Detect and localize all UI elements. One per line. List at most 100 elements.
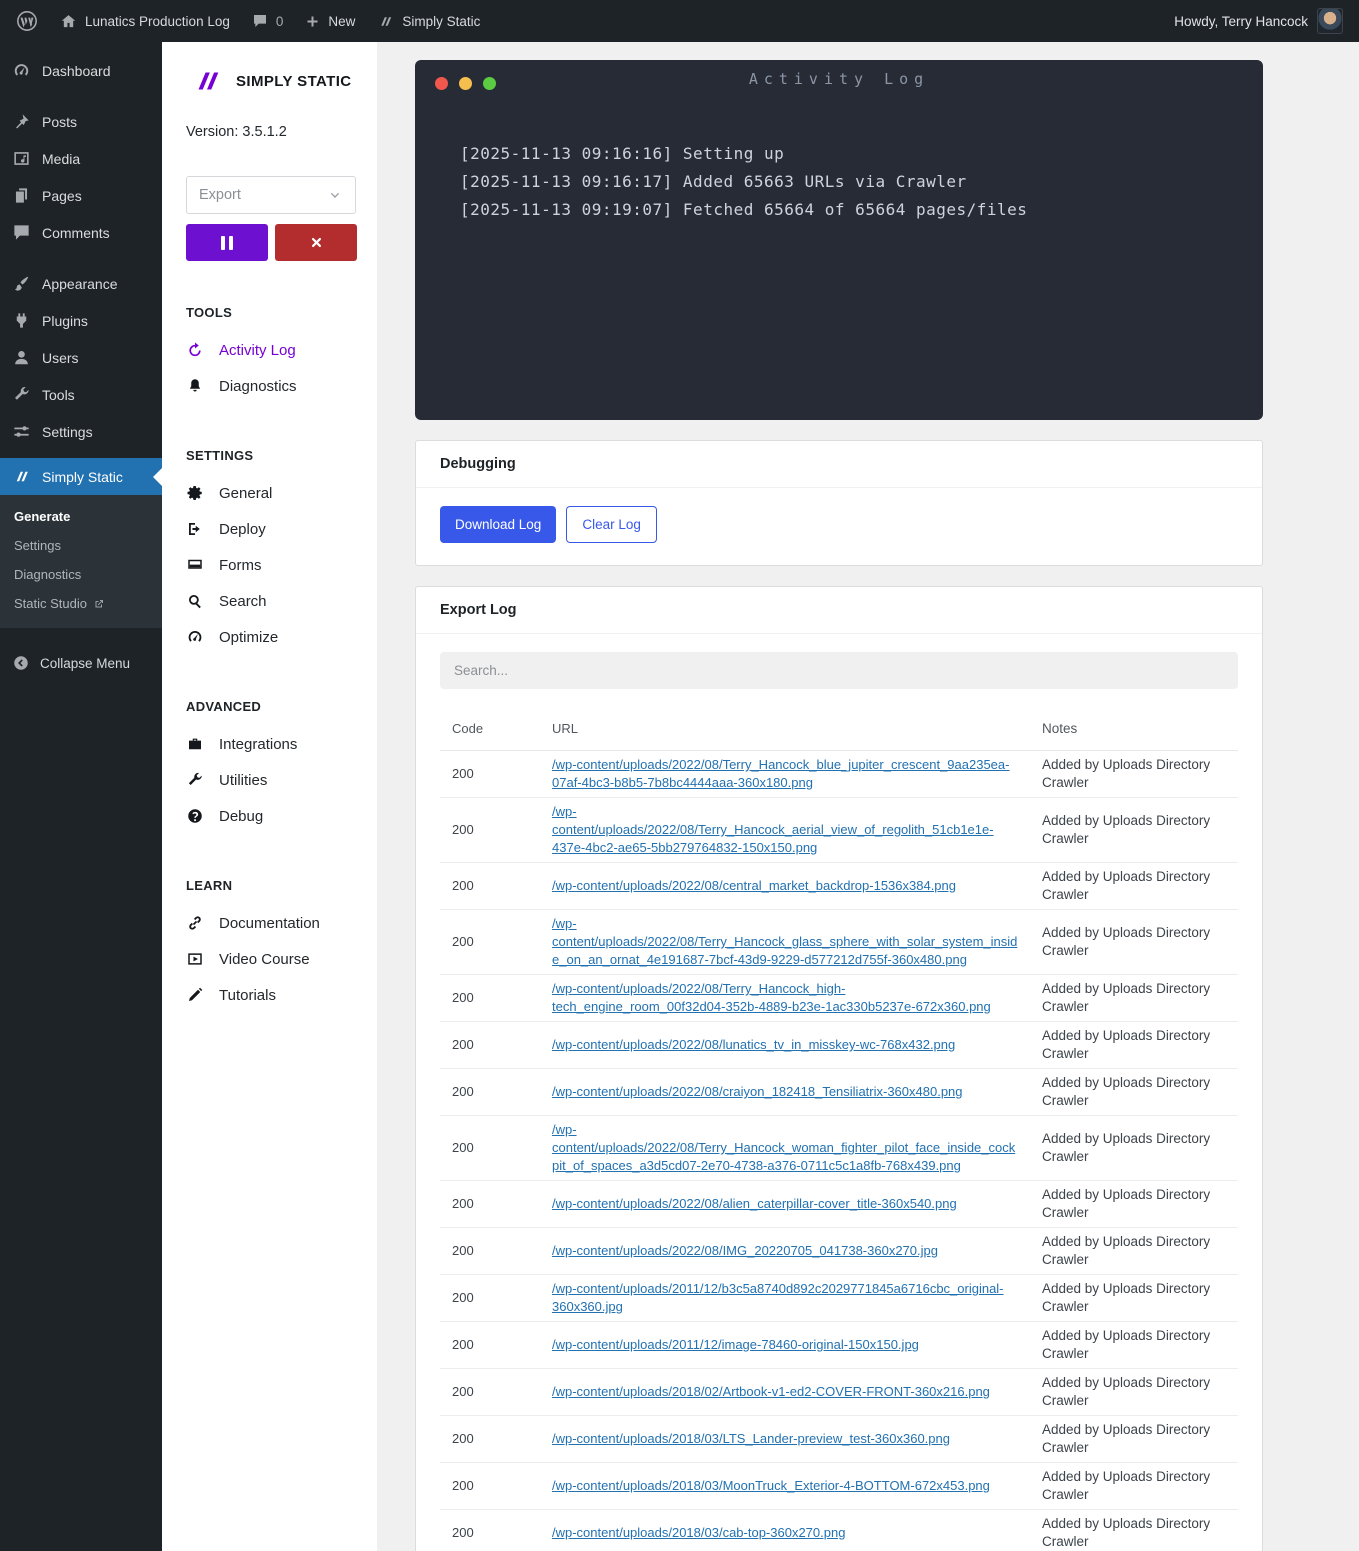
sidebar-item-appearance[interactable]: Appearance [0, 265, 162, 302]
pushpin-icon [12, 112, 31, 131]
url-cell: /wp-content/uploads/2022/08/Terry_Hancoc… [540, 1115, 1030, 1181]
wrench-icon [12, 385, 31, 404]
status-code-cell: 200 [440, 909, 540, 975]
note-cell: Added by Uploads Directory Crawler [1030, 797, 1238, 863]
submenu-label: Diagnostics [14, 567, 82, 582]
sidebar-item-dashboard[interactable]: Dashboard [0, 52, 162, 89]
nav-documentation[interactable]: Documentation [186, 905, 357, 941]
sidebar-item-label: Appearance [42, 275, 118, 292]
sidebar-item-settings[interactable]: Settings [0, 413, 162, 450]
table-row: 200/wp-content/uploads/2022/08/alien_cat… [440, 1180, 1238, 1228]
url-link[interactable]: /wp-content/uploads/2022/08/lunatics_tv_… [552, 1037, 955, 1052]
submenu-item-settings[interactable]: Settings [0, 531, 162, 560]
url-link[interactable]: /wp-content/uploads/2022/08/Terry_Hancoc… [552, 916, 1017, 967]
sidebar-item-simply-static[interactable]: Simply Static [0, 458, 162, 495]
url-link[interactable]: /wp-content/uploads/2022/08/Terry_Hancoc… [552, 981, 991, 1014]
nav-general[interactable]: General [186, 475, 357, 511]
nav-deploy[interactable]: Deploy [186, 511, 357, 547]
clear-log-button[interactable]: Clear Log [566, 506, 657, 543]
url-link[interactable]: /wp-content/uploads/2018/03/LTS_Lander-p… [552, 1431, 950, 1446]
nav-label: Video Course [219, 950, 310, 968]
table-row: 200/wp-content/uploads/2022/08/Terry_Han… [440, 797, 1238, 863]
nav-tutorials[interactable]: Tutorials [186, 977, 357, 1013]
nav-label: General [219, 484, 273, 502]
nav-forms[interactable]: Forms [186, 547, 357, 583]
nav-optimize[interactable]: Optimize [186, 619, 357, 655]
nav-label: Tutorials [219, 986, 276, 1004]
sidebar-item-plugins[interactable]: Plugins [0, 302, 162, 339]
chevron-down-icon [327, 187, 343, 203]
search-input[interactable] [440, 652, 1238, 689]
export-type-select[interactable]: Export [186, 176, 356, 214]
status-code-cell: 200 [440, 1368, 540, 1416]
pause-export-button[interactable] [186, 224, 268, 261]
nav-search[interactable]: Search [186, 583, 357, 619]
sidebar-item-comments[interactable]: Comments [0, 214, 162, 251]
simply-static-shortcut[interactable]: Simply Static [377, 13, 480, 30]
nav-diagnostics[interactable]: Diagnostics [186, 368, 357, 404]
nav-activity-log[interactable]: Activity Log [186, 332, 357, 368]
nav-label: Search [219, 592, 267, 610]
submenu-item-static-studio[interactable]: Static Studio [0, 589, 162, 618]
site-name-label: Lunatics Production Log [85, 13, 230, 29]
url-link[interactable]: /wp-content/uploads/2022/08/alien_caterp… [552, 1196, 957, 1211]
note-cell: Added by Uploads Directory Crawler [1030, 1180, 1238, 1228]
debugging-card: Debugging Download Log Clear Log [415, 440, 1263, 566]
nav-video-course[interactable]: Video Course [186, 941, 357, 977]
sidebar-item-users[interactable]: Users [0, 339, 162, 376]
url-cell: /wp-content/uploads/2022/08/craiyon_1824… [540, 1068, 1030, 1116]
table-row: 200/wp-content/uploads/2018/03/LTS_Lande… [440, 1415, 1238, 1463]
sidebar-item-media[interactable]: Media [0, 140, 162, 177]
submenu-label: Generate [14, 509, 71, 524]
url-link[interactable]: /wp-content/uploads/2022/08/Terry_Hancoc… [552, 757, 1009, 790]
url-link[interactable]: /wp-content/uploads/2018/02/Artbook-v1-e… [552, 1384, 990, 1399]
sidebar-item-label: Media [42, 150, 81, 167]
url-link[interactable]: /wp-content/uploads/2018/03/MoonTruck_Ex… [552, 1478, 990, 1493]
status-code-cell: 200 [440, 974, 540, 1022]
terminal-title: Activity Log [748, 70, 930, 88]
download-log-button[interactable]: Download Log [440, 506, 557, 543]
sidebar-item-pages[interactable]: Pages [0, 177, 162, 214]
account-menu[interactable]: Howdy, Terry Hancock [1174, 8, 1343, 34]
submenu-label: Static Studio [14, 596, 87, 611]
url-link[interactable]: /wp-content/uploads/2011/12/image-78460-… [552, 1337, 919, 1352]
status-code-cell: 200 [440, 1415, 540, 1463]
url-link[interactable]: /wp-content/uploads/2022/08/IMG_20220705… [552, 1243, 938, 1258]
url-link[interactable]: /wp-content/uploads/2022/08/central_mark… [552, 878, 956, 893]
nav-label: Utilities [219, 771, 268, 789]
url-link[interactable]: /wp-content/uploads/2022/08/Terry_Hancoc… [552, 1122, 1015, 1173]
url-link[interactable]: /wp-content/uploads/2018/03/cab-top-360x… [552, 1525, 845, 1540]
comments-count: 0 [275, 13, 284, 29]
version-label: Version: 3.5.1.2 [186, 124, 287, 140]
note-cell: Added by Uploads Directory Crawler [1030, 1415, 1238, 1463]
nav-integrations[interactable]: Integrations [186, 726, 357, 762]
link-icon [186, 914, 204, 932]
cancel-export-button[interactable] [275, 224, 357, 261]
url-link[interactable]: /wp-content/uploads/2011/12/b3c5a8740d89… [552, 1281, 1004, 1314]
submenu-item-diagnostics[interactable]: Diagnostics [0, 560, 162, 589]
sidebar-item-tools[interactable]: Tools [0, 376, 162, 413]
nav-label: Deploy [219, 520, 266, 538]
sidebar-item-posts[interactable]: Posts [0, 103, 162, 140]
deploy-icon [186, 520, 204, 538]
paintbrush-icon [12, 274, 31, 293]
url-link[interactable]: /wp-content/uploads/2022/08/craiyon_1824… [552, 1084, 963, 1099]
gear-icon [186, 484, 204, 502]
url-cell: /wp-content/uploads/2022/08/Terry_Hancoc… [540, 909, 1030, 975]
x-icon [309, 235, 324, 250]
new-content-button[interactable]: New [305, 14, 355, 29]
url-cell: /wp-content/uploads/2022/08/lunatics_tv_… [540, 1021, 1030, 1069]
nav-debug[interactable]: Debug [186, 798, 357, 834]
status-code-cell: 200 [440, 1227, 540, 1275]
refresh-icon [186, 341, 204, 359]
column-header-notes: Notes [1030, 707, 1238, 751]
comments-shortcut[interactable]: 0 [252, 13, 284, 29]
wordpress-menu-button[interactable] [16, 10, 38, 32]
collapse-menu-button[interactable]: Collapse Menu [0, 642, 162, 684]
submenu-item-generate[interactable]: Generate [0, 502, 162, 531]
site-name-link[interactable]: Lunatics Production Log [60, 13, 230, 30]
nav-utilities[interactable]: Utilities [186, 762, 357, 798]
status-code-cell: 200 [440, 1274, 540, 1322]
status-code-cell: 200 [440, 1021, 540, 1069]
url-link[interactable]: /wp-content/uploads/2022/08/Terry_Hancoc… [552, 804, 994, 855]
